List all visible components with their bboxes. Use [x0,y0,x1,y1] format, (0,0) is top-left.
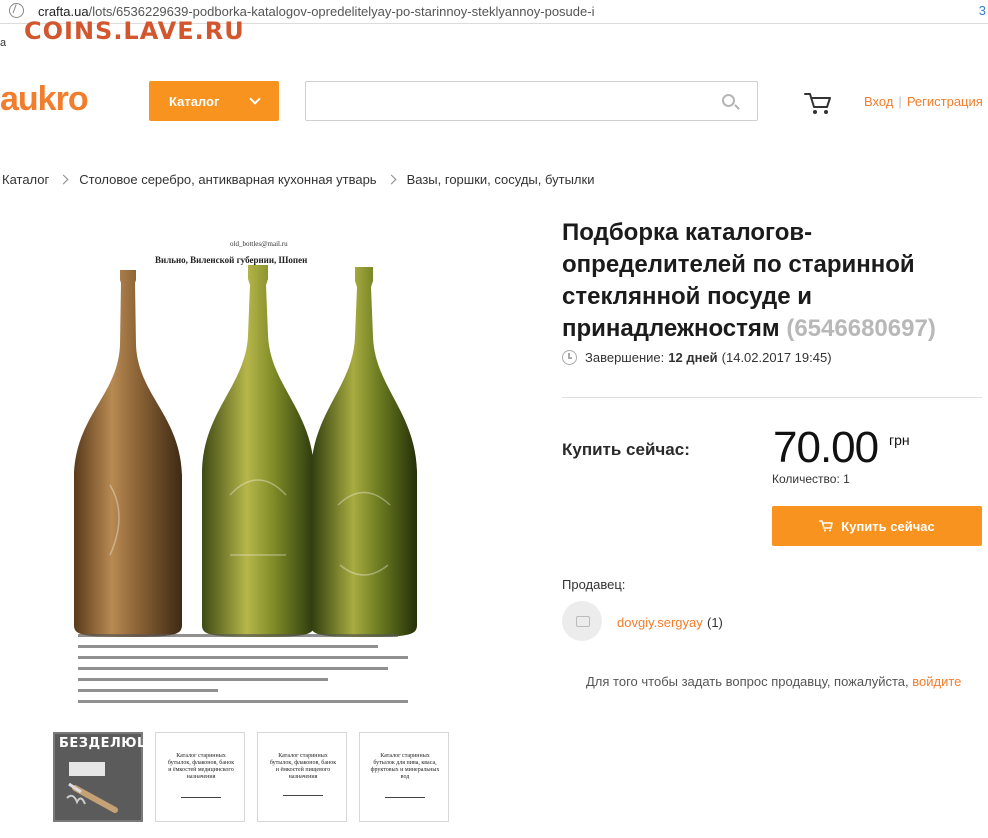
chevron-right-icon [58,174,69,185]
price-value: 70.00 [773,423,879,472]
thumbnail-caption: Каталог старинных бутылок для пива, квас… [370,753,440,780]
auction-end-row: Завершение: 12 дней (14.02.2017 19:45) [562,350,832,365]
thumbnail-divider [283,795,323,796]
breadcrumb-item-vases[interactable]: Вазы, горшки, сосуды, бутылки [407,172,595,187]
seller-name-link[interactable]: dovgiy.sergyay [617,615,703,630]
buy-now-label: Купить сейчас: [562,440,690,459]
browser-extension-icon[interactable]: 3 [979,3,986,18]
image-text-lines [78,634,418,711]
end-days: 12 дней [668,350,718,365]
register-link[interactable]: Регистрация [907,94,983,109]
thumbnail-divider [385,797,425,798]
ask-login-link[interactable]: войдите [912,674,961,689]
bookmark-fragment[interactable]: a [0,37,6,49]
thumbnail-3[interactable]: Каталог старинных бутылок, флаконов, бан… [257,732,347,822]
breadcrumb: Каталог Столовое серебро, антикварная ку… [2,172,594,187]
avatar[interactable] [562,601,602,641]
cart-icon [819,520,834,532]
bottles-illustration [74,265,417,637]
end-date: (14.02.2017 19:45) [721,350,832,365]
thumbnail-caption: Каталог старинных бутылок, флаконов, бан… [167,753,235,780]
search-input[interactable] [306,82,706,120]
site-info-icon[interactable] [9,3,24,18]
seller-rating: (1) [707,615,723,630]
buy-now-button[interactable]: Купить сейчас [772,506,982,546]
product-main-image[interactable]: old_bottles@mail.ru Вильно, Виленской гу… [70,230,425,718]
seller-label: Продавец: [562,577,626,592]
divider [562,397,982,398]
buy-now-button-label: Купить сейчас [841,518,935,534]
image-caption: Вильно, Виленской губернии, Шопен [155,255,308,265]
thumbnail-divider [181,797,221,798]
site-logo[interactable]: aukro [0,80,89,119]
price-currency: грн [889,432,910,448]
end-label: Завершение: [585,350,665,365]
image-email-text: old_bottles@mail.ru [230,240,288,248]
cart-icon[interactable] [803,88,833,118]
ask-seller-message: Для того чтобы задать вопрос продавцу, п… [586,674,909,689]
login-link[interactable]: Вход [864,94,893,109]
thumbnail-1[interactable]: БЕЗДЕЛЮШКИ [53,732,176,822]
search-box[interactable] [305,81,758,121]
thumbnail-caption: Каталог старинных бутылок, флаконов, бан… [269,753,337,780]
breadcrumb-item-silverware[interactable]: Столовое серебро, антикварная кухонная у… [79,172,376,187]
corkscrew-illustration [66,762,118,813]
watermark: COINS.LAVE.RU [24,17,245,45]
quantity-text: Количество: 1 [772,472,850,486]
breadcrumb-item-catalog[interactable]: Каталог [2,172,49,187]
chevron-right-icon [386,174,397,185]
auth-links: Вход | Регистрация [864,94,983,109]
lot-id: (6546680697) [786,315,936,342]
catalog-button[interactable]: Каталог [149,81,279,121]
catalog-button-label: Каталог [169,93,220,109]
ask-seller-text: Для того чтобы задать вопрос продавцу, п… [586,674,961,689]
thumbnail-2[interactable]: Каталог старинных бутылок, флаконов, бан… [155,732,245,822]
thumbnail-4[interactable]: Каталог старинных бутылок для пива, квас… [359,732,449,822]
clock-icon [562,350,577,365]
chevron-down-icon [249,93,261,105]
product-title: Подборка каталогов-определителей по стар… [562,217,982,345]
auth-separator: | [898,94,902,109]
search-icon[interactable] [722,94,735,107]
